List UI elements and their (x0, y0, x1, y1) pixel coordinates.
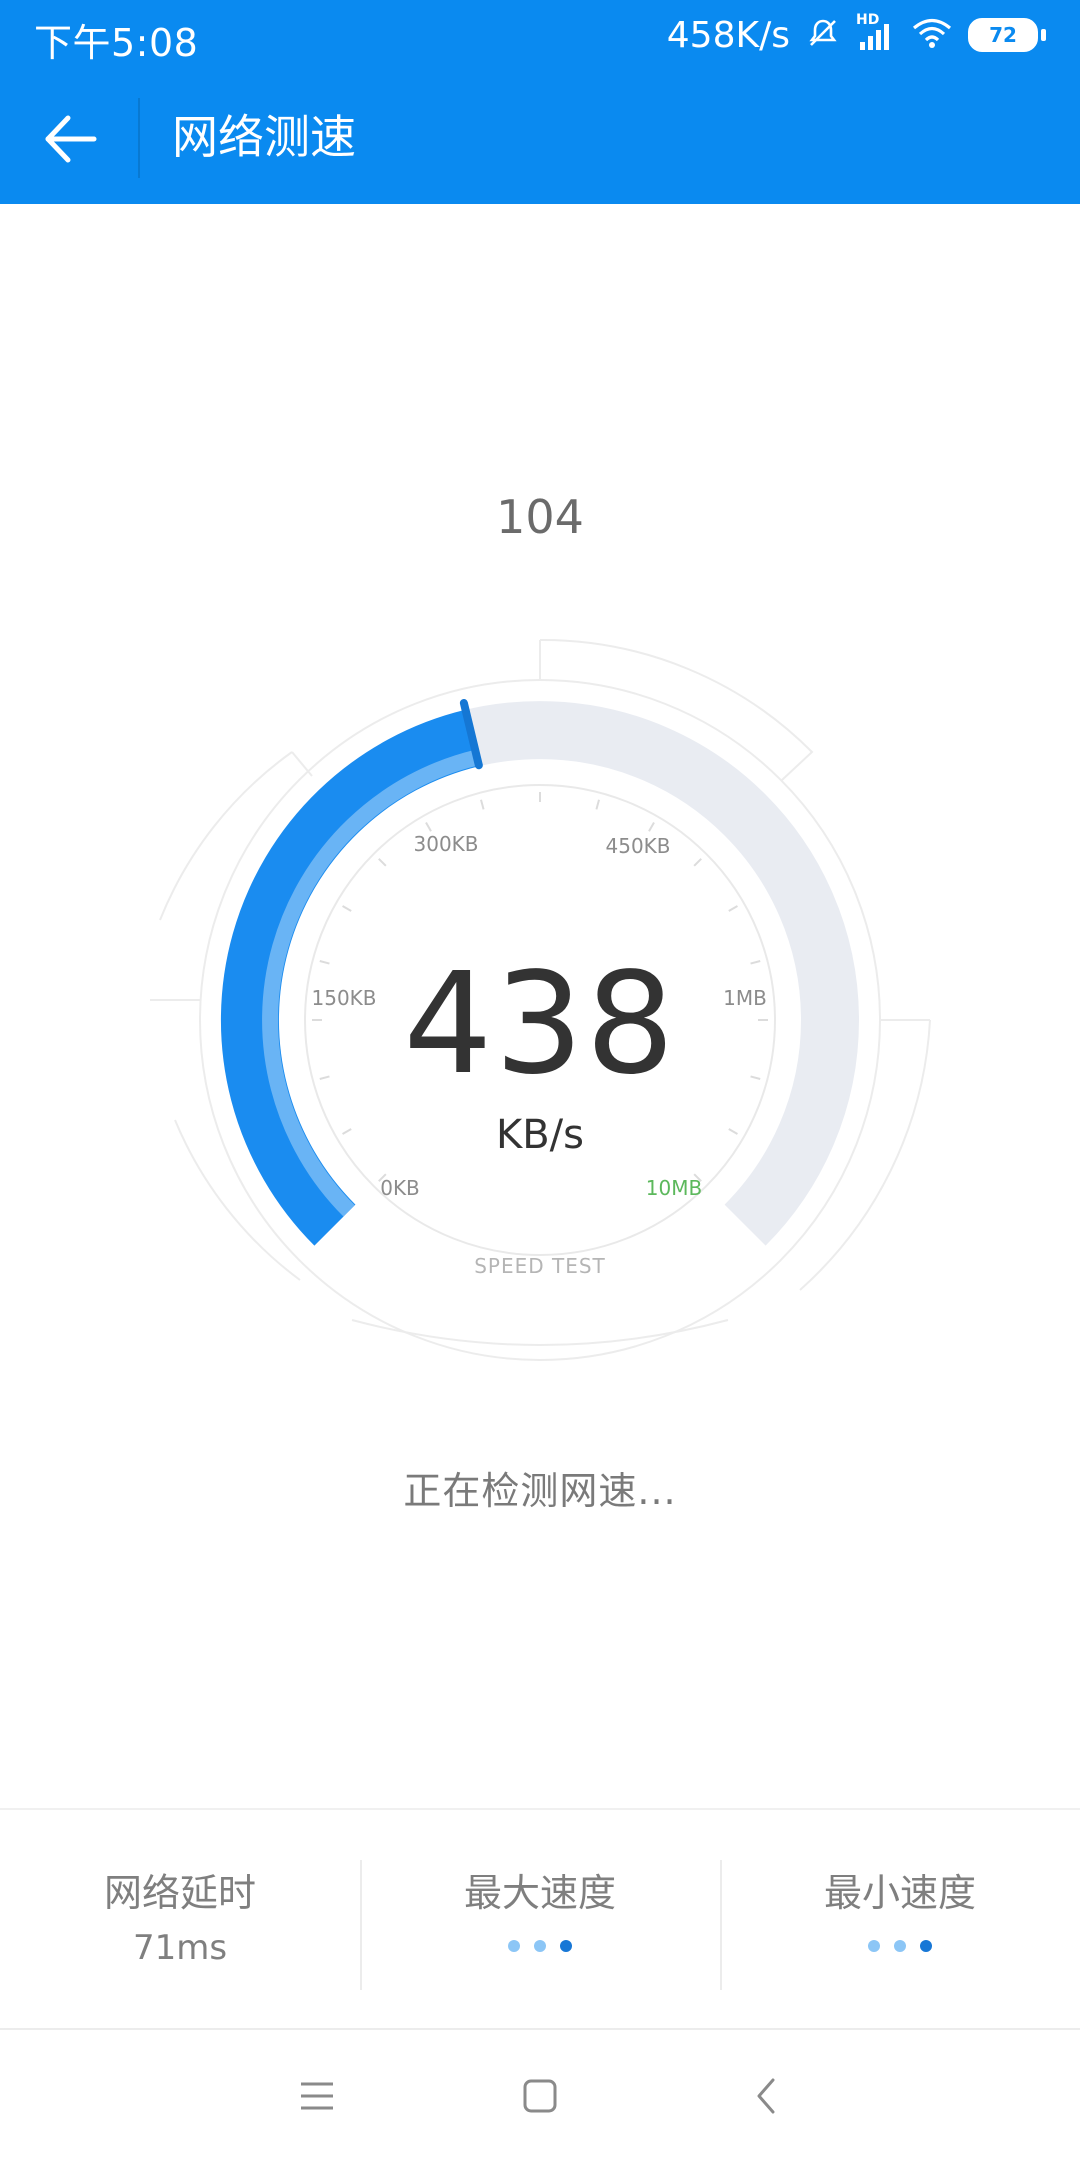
status-message: 正在检测网速... (403, 1469, 677, 1513)
tick-label-300kb: 300KB (413, 832, 479, 856)
stat-max-speed: 最大速度 (360, 1810, 720, 2030)
loading-dot (868, 1940, 880, 1952)
appbar-divider (138, 98, 140, 178)
top-value: 104 (496, 490, 584, 544)
stat-label: 最小速度 (823, 1871, 976, 1915)
loading-dot (508, 1940, 520, 1952)
gauge-tick (378, 858, 387, 867)
tick-label-0kb: 0KB (380, 1176, 420, 1200)
page-title: 网络测速 (172, 110, 356, 164)
home-square-icon (523, 2079, 557, 2113)
stats-panel: 网络延时 71ms 最大速度 最小速度 (0, 1808, 1080, 2030)
speed-test-caption: SPEED TEST (474, 1254, 606, 1278)
status-icons: 458K/s HD 72 (667, 12, 1046, 58)
tick-label-10mb: 10MB (645, 1176, 703, 1200)
gauge-tick (693, 858, 702, 867)
system-nav-bar (0, 2028, 1080, 2162)
gauge-tick (480, 799, 485, 810)
tick-label-450kb: 450KB (605, 834, 671, 858)
battery-icon: 72 (968, 18, 1046, 52)
loading-dot (534, 1940, 546, 1952)
gauge-tick (425, 822, 432, 832)
app-bar: 网络测速 (0, 70, 1080, 204)
stat-min-speed: 最小速度 (720, 1810, 1080, 2030)
loading-dots (720, 1940, 1080, 1952)
signal-icon: HD (856, 12, 896, 52)
gauge-tick (648, 822, 655, 832)
back-chevron-icon (757, 2078, 775, 2114)
network-speed: 458K/s (666, 14, 790, 56)
status-bar: 下午5:08 458K/s HD 72 (0, 0, 1080, 70)
app-root: 下午5:08 458K/s HD 72 网络测速 104 0KB 150KB 3… (0, 0, 1080, 2162)
battery-level: 72 (968, 18, 1038, 52)
menu-button[interactable] (277, 2056, 357, 2136)
home-button[interactable] (500, 2056, 580, 2136)
speed-unit: KB/s (496, 1112, 584, 1158)
stat-label: 网络延时 (103, 1871, 256, 1915)
loading-dot (560, 1940, 572, 1952)
gauge-tick (342, 905, 352, 912)
status-time: 下午5:08 (34, 21, 199, 65)
gauge-tick (595, 799, 600, 810)
gauge-tick (728, 905, 738, 912)
loading-dot (894, 1940, 906, 1952)
speed-value: 438 (403, 943, 677, 1106)
stat-latency: 网络延时 71ms (0, 1810, 360, 2030)
back-button[interactable] (36, 104, 106, 174)
loading-dot (920, 1940, 932, 1952)
wifi-icon (912, 17, 952, 53)
stat-value: 71ms (132, 1928, 228, 1968)
arrow-left-icon (45, 115, 97, 163)
nav-back-button[interactable] (727, 2056, 807, 2136)
menu-icon (301, 2082, 333, 2110)
stat-label: 最大速度 (463, 1871, 616, 1915)
loading-dots (360, 1940, 720, 1952)
alarm-off-icon (806, 16, 840, 54)
